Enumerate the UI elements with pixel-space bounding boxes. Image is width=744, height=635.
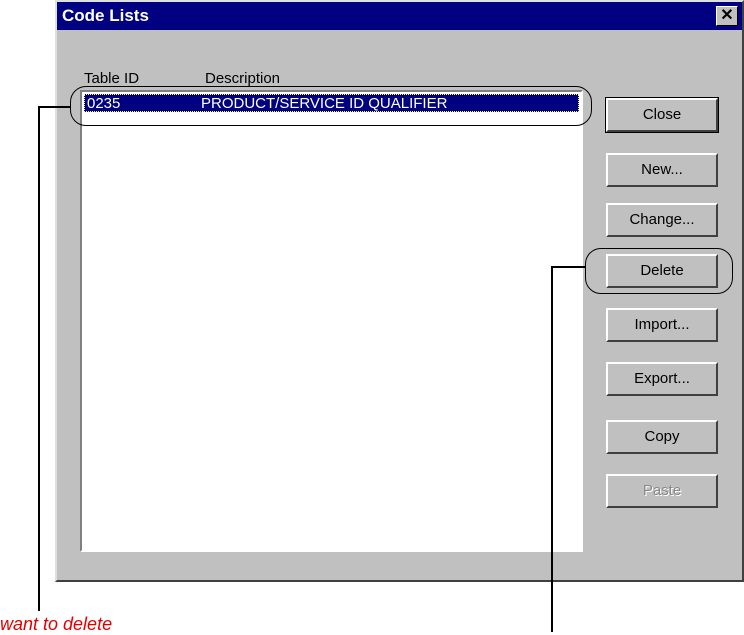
column-header-table-id[interactable]: Table ID <box>84 70 139 87</box>
left-callout-horizontal <box>38 106 71 108</box>
title-bar: Code Lists ✕ <box>57 2 742 30</box>
delete-button-highlight-ring <box>585 248 733 294</box>
left-callout-vertical <box>38 106 40 611</box>
list-row-highlight-ring <box>70 86 592 126</box>
close-icon[interactable]: ✕ <box>716 6 738 26</box>
right-callout-horizontal <box>551 266 586 268</box>
new-button[interactable]: New... <box>606 153 718 187</box>
copy-button[interactable]: Copy <box>606 420 718 454</box>
close-button[interactable]: Close <box>605 97 719 133</box>
right-callout-vertical <box>551 266 553 632</box>
column-header-description[interactable]: Description <box>205 70 280 87</box>
export-button[interactable]: Export... <box>606 362 718 396</box>
change-button[interactable]: Change... <box>606 203 718 237</box>
code-list-listbox[interactable]: 0235 PRODUCT/SERVICE ID QUALIFIER <box>80 90 583 552</box>
paste-button: Paste <box>606 474 718 508</box>
dialog-title: Code Lists <box>62 6 149 25</box>
import-button[interactable]: Import... <box>606 308 718 342</box>
